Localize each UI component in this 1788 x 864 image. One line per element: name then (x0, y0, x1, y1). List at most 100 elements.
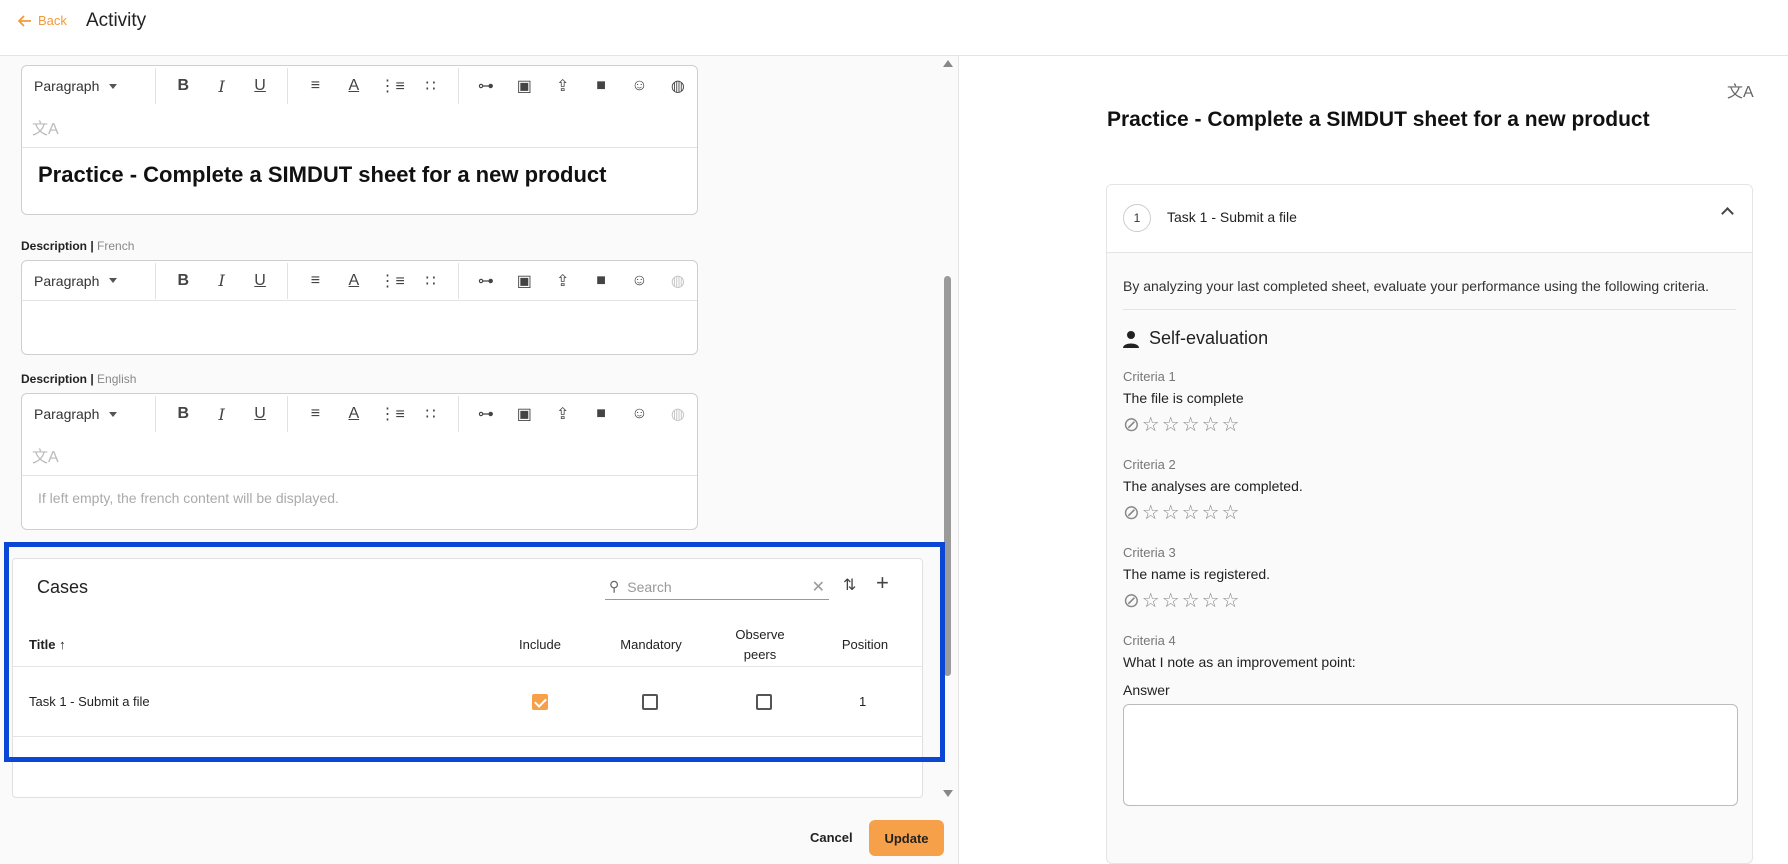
star-icon[interactable]: ☆ (1182, 414, 1202, 436)
task-intro: By analyzing your last completed sheet, … (1123, 275, 1736, 310)
star-clear-icon[interactable]: ⊘ (1123, 414, 1142, 436)
row-position: 1 (859, 694, 867, 709)
answer-textarea[interactable] (1123, 704, 1738, 806)
star-clear-icon[interactable]: ⊘ (1123, 590, 1142, 612)
cases-title: Cases (37, 577, 89, 597)
observe-peers-checkbox[interactable] (756, 694, 772, 710)
column-include: Include (519, 637, 561, 652)
globe-icon[interactable]: ◍ (659, 71, 697, 101)
star-icon[interactable]: ☆ (1182, 590, 1202, 612)
scroll-up-icon[interactable] (943, 60, 953, 67)
bullet-list-icon[interactable]: ∷ (411, 71, 449, 101)
underline-icon[interactable]: U (241, 399, 279, 429)
cases-card: Cases ⚲ Search ✕ ⇅ + Title ↑ Include Man… (12, 558, 923, 798)
italic-icon[interactable]: I (203, 71, 241, 101)
star-icon[interactable]: ☆ (1162, 414, 1182, 436)
star-icon[interactable]: ☆ (1222, 590, 1242, 612)
italic-icon[interactable]: I (203, 399, 241, 429)
paragraph-select[interactable]: Paragraph (34, 406, 147, 422)
criteria-item: Criteria 4 What I note as an improvement… (1123, 633, 1738, 806)
video-icon[interactable]: ■ (582, 399, 620, 429)
search-input[interactable]: ⚲ Search ✕ (605, 574, 829, 600)
bullet-list-icon[interactable]: ∷ (411, 399, 449, 429)
align-center-icon[interactable]: ≡ (296, 71, 334, 101)
file-upload-icon[interactable]: ⇪ (543, 71, 581, 101)
star-icon[interactable]: ☆ (1222, 414, 1242, 436)
video-icon[interactable]: ■ (582, 71, 620, 101)
italic-icon[interactable]: I (203, 266, 241, 296)
translate-icon[interactable]: 文A (1727, 78, 1754, 102)
star-icon[interactable]: ☆ (1222, 502, 1242, 524)
bullet-list-icon[interactable]: ∷ (411, 266, 449, 296)
bold-icon[interactable]: B (164, 71, 202, 101)
paragraph-select[interactable]: Paragraph (34, 273, 147, 289)
include-checkbox[interactable] (532, 694, 548, 710)
description-en-placeholder[interactable]: If left empty, the french content will b… (38, 490, 681, 506)
update-button[interactable]: Update (869, 820, 944, 856)
underline-icon[interactable]: U (241, 266, 279, 296)
scrollbar-thumb[interactable] (944, 276, 951, 676)
translate-icon[interactable]: 文A (22, 434, 697, 476)
star-icon[interactable]: ☆ (1162, 502, 1182, 524)
emoji-icon[interactable]: ☺ (620, 399, 658, 429)
arrow-left-icon (18, 14, 31, 27)
text-color-icon[interactable]: A (335, 266, 373, 296)
link-icon[interactable]: ⊶ (467, 266, 505, 296)
ordered-list-icon[interactable]: ⋮≡ (373, 399, 411, 429)
ordered-list-icon[interactable]: ⋮≡ (373, 71, 411, 101)
back-button[interactable]: Back (18, 13, 67, 28)
star-icon[interactable]: ☆ (1142, 414, 1162, 436)
star-icon[interactable]: ☆ (1142, 502, 1162, 524)
star-rating[interactable]: ⊘☆☆☆☆☆ (1123, 588, 1736, 613)
video-icon[interactable]: ■ (582, 266, 620, 296)
criteria-desc: The analyses are completed. (1123, 478, 1303, 494)
align-center-icon[interactable]: ≡ (296, 266, 334, 296)
star-icon[interactable]: ☆ (1142, 590, 1162, 612)
star-clear-icon[interactable]: ⊘ (1123, 502, 1142, 524)
star-icon[interactable]: ☆ (1202, 502, 1222, 524)
sort-icon[interactable]: ⇅ (843, 575, 856, 595)
image-icon[interactable]: ▣ (505, 266, 543, 296)
chevron-up-icon[interactable] (1721, 207, 1734, 220)
paragraph-select[interactable]: Paragraph (34, 78, 147, 94)
self-evaluation-heading: Self-evaluation (1123, 328, 1736, 349)
star-icon[interactable]: ☆ (1182, 502, 1202, 524)
star-rating[interactable]: ⊘☆☆☆☆☆ (1123, 412, 1736, 437)
clear-icon[interactable]: ✕ (812, 577, 825, 597)
emoji-icon[interactable]: ☺ (620, 266, 658, 296)
file-upload-icon[interactable]: ⇪ (543, 266, 581, 296)
mandatory-checkbox[interactable] (642, 694, 658, 710)
star-icon[interactable]: ☆ (1202, 414, 1222, 436)
chevron-down-icon (109, 83, 118, 89)
description-fr-editor: Paragraph B I U ≡ A ⋮≡ ∷ ⊶ ▣ ⇪ ■ ☺ ◍ (21, 260, 698, 355)
bold-icon[interactable]: B (164, 266, 202, 296)
cancel-button[interactable]: Cancel (810, 830, 853, 845)
translate-icon[interactable]: 文A (22, 106, 697, 148)
emoji-icon[interactable]: ☺ (620, 71, 658, 101)
title-content[interactable]: Practice - Complete a SIMDUT sheet for a… (38, 162, 681, 188)
text-color-icon[interactable]: A (335, 399, 373, 429)
plus-icon[interactable]: + (876, 570, 889, 596)
column-title[interactable]: Title ↑ (29, 637, 66, 652)
person-icon (1123, 330, 1139, 348)
scroll-down-icon[interactable] (943, 790, 953, 797)
table-row[interactable]: Task 1 - Submit a file 1 (13, 667, 922, 737)
ordered-list-icon[interactable]: ⋮≡ (373, 266, 411, 296)
vertical-scrollbar[interactable] (940, 56, 954, 804)
star-icon[interactable]: ☆ (1162, 590, 1182, 612)
link-icon[interactable]: ⊶ (467, 399, 505, 429)
align-center-icon[interactable]: ≡ (296, 399, 334, 429)
file-upload-icon[interactable]: ⇪ (543, 399, 581, 429)
star-icon[interactable]: ☆ (1202, 590, 1222, 612)
link-icon[interactable]: ⊶ (467, 71, 505, 101)
text-color-icon[interactable]: A (335, 71, 373, 101)
image-icon[interactable]: ▣ (505, 399, 543, 429)
description-fr-content[interactable] (22, 301, 697, 351)
image-icon[interactable]: ▣ (505, 71, 543, 101)
star-rating[interactable]: ⊘☆☆☆☆☆ (1123, 500, 1736, 525)
bold-icon[interactable]: B (164, 399, 202, 429)
task-header[interactable]: 1 Task 1 - Submit a file (1107, 185, 1752, 253)
underline-icon[interactable]: U (241, 71, 279, 101)
task-number: 1 (1123, 204, 1151, 232)
task-body: By analyzing your last completed sheet, … (1107, 253, 1752, 828)
